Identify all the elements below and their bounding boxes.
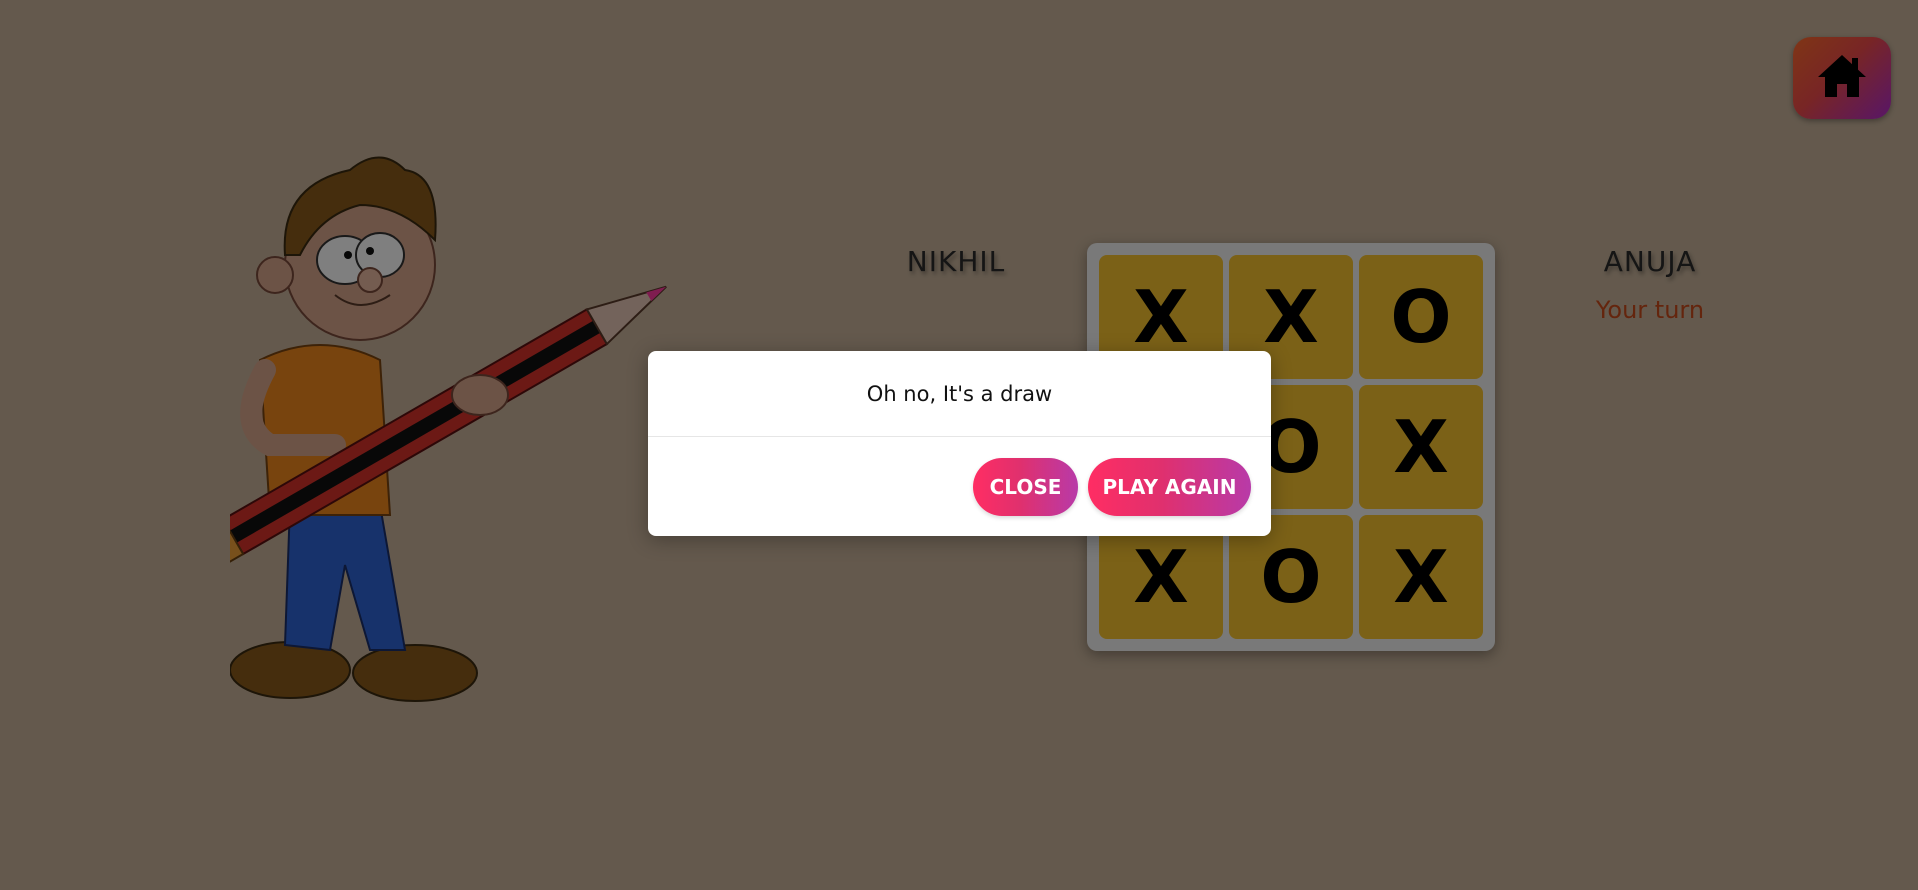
close-button[interactable]: CLOSE xyxy=(973,457,1078,516)
dialog-body: Oh no, It's a draw xyxy=(648,351,1271,437)
draw-dialog: Oh no, It's a draw CLOSE PLAY AGAIN xyxy=(648,351,1271,536)
play-again-button[interactable]: PLAY AGAIN xyxy=(1088,457,1251,516)
dialog-message: Oh no, It's a draw xyxy=(866,381,1053,406)
dialog-footer: CLOSE PLAY AGAIN xyxy=(648,437,1271,536)
